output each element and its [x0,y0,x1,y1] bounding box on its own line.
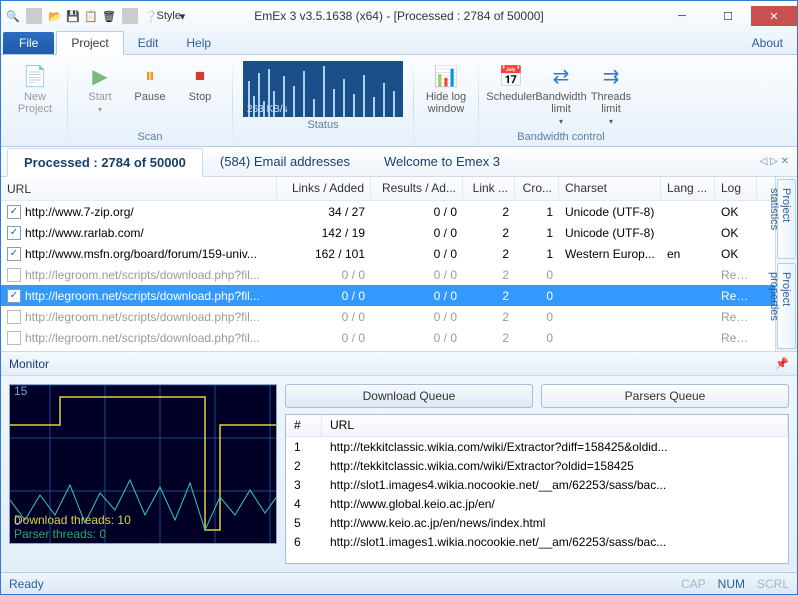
about-link[interactable]: About [748,32,787,54]
minimize-button[interactable]: ─ [659,6,705,26]
monitor-graph: 15 0 Download threads: 10 Parser threads… [9,384,277,544]
table-row[interactable]: ✓http://www.7-zip.org/34 / 270 / 021Unic… [1,201,775,222]
row-checkbox[interactable]: ✓ [7,247,21,261]
ribbon-tabs: File Project Edit Help About [1,31,797,55]
scan-group-label: Scan [137,129,162,146]
table-row[interactable]: ✓http://legroom.net/node/534/18455 / 50 … [1,348,775,351]
new-project-button[interactable]: 📄New Project [13,63,57,115]
tab-strip: Processed : 2784 of 50000 (584) Email ad… [1,147,797,177]
status-num: NUM [718,577,745,591]
save-icon[interactable]: 💾 [65,8,81,24]
row-checkbox[interactable]: ✓ [7,226,21,240]
tab-emails[interactable]: (584) Email addresses [203,147,367,176]
queue-row[interactable]: 2http://tekkitclassic.wikia.com/wiki/Ext… [286,456,788,475]
stop-icon: ⏹ [187,63,213,89]
hide-log-button[interactable]: 📊Hide log window [424,63,468,115]
app-icon: 🔍 [5,8,21,24]
queue-row[interactable]: 5http://www.keio.ac.jp/en/news/index.htm… [286,513,788,532]
stop-button[interactable]: ⏹Stop [178,63,222,103]
parser-threads-label: Parser threads: 0 [14,527,131,541]
status-rate: 263 KB/s [247,104,288,115]
qcol-num[interactable]: # [286,415,322,436]
open-icon[interactable]: 📂 [47,8,63,24]
svg-text:15: 15 [14,385,28,398]
monitor-body: 15 0 Download threads: 10 Parser threads… [1,376,797,572]
sidetab-statistics[interactable]: Project statistics [777,179,796,259]
col-links-added[interactable]: Links / Added [277,177,371,200]
pin-icon[interactable]: 📌 [775,357,789,370]
play-icon: ▶ [87,63,113,89]
sidetab-properties[interactable]: Project properties [777,263,796,349]
status-group-label: Status [307,117,338,134]
col-log[interactable]: Log [715,177,757,200]
side-tabs: Project statistics Project properties [775,177,797,351]
new-project-icon: 📄 [22,63,48,89]
table-row[interactable]: ✓http://www.msfn.org/board/forum/159-uni… [1,243,775,264]
status-graph: 263 KB/s [243,61,403,117]
ribbon: 📄New Project ▶Start▾ ⏸Pause ⏹Stop Scan 2… [1,55,797,147]
monitor-title: Monitor [9,357,49,371]
table-row[interactable]: http://legroom.net/scripts/download.php?… [1,327,775,348]
download-queue-button[interactable]: Download Queue [285,384,533,408]
download-threads-label: Download threads: 10 [14,513,131,527]
copy-icon[interactable]: 📋 [83,8,99,24]
queue-row[interactable]: 4http://www.global.keio.ac.jp/en/ [286,494,788,513]
scheduler-button[interactable]: 📅Scheduler [489,63,533,103]
row-checkbox[interactable] [7,268,21,282]
parsers-queue-button[interactable]: Parsers Queue [541,384,789,408]
queue-row[interactable]: 3http://slot1.images4.wikia.nocookie.net… [286,475,788,494]
queue-row[interactable]: 6http://slot1.images1.wikia.nocookie.net… [286,532,788,551]
row-checkbox[interactable] [7,331,21,345]
monitor-header: Monitor 📌 [1,352,797,376]
tab-processed[interactable]: Processed : 2784 of 50000 [7,148,203,177]
edit-tab[interactable]: Edit [124,32,173,54]
pause-icon: ⏸ [137,63,163,89]
col-cro[interactable]: Cro... [515,177,559,200]
threads-icon: ⇉ [598,63,624,89]
window-title: EmEx 3 v3.5.1638 (x64) - [Processed : 27… [254,9,544,23]
close-button[interactable]: ✕ [751,6,797,26]
row-checkbox[interactable]: ✓ [7,205,21,219]
titlebar: 🔍 📂 💾 📋 🗑 ❔ Style ▾ EmEx 3 v3.5.1638 (x6… [1,1,797,31]
queue-table: # URL 1http://tekkitclassic.wikia.com/wi… [285,414,789,564]
col-url[interactable]: URL [1,177,277,200]
pause-button[interactable]: ⏸Pause [128,63,172,103]
bandwidth-icon: ⇄ [548,63,574,89]
row-checkbox[interactable] [7,310,21,324]
table-row[interactable]: http://legroom.net/scripts/download.php?… [1,306,775,327]
quick-access: 🔍 📂 💾 📋 🗑 ❔ Style ▾ [5,8,181,24]
file-tab[interactable]: File [3,32,54,54]
col-link[interactable]: Link ... [463,177,515,200]
start-button[interactable]: ▶Start▾ [78,63,122,114]
table-row[interactable]: http://legroom.net/scripts/download.php?… [1,264,775,285]
log-icon: 📊 [433,63,459,89]
table-row[interactable]: ✓http://legroom.net/scripts/download.php… [1,285,775,306]
row-checkbox[interactable]: ✓ [7,289,21,303]
queue-row[interactable]: 1http://tekkitclassic.wikia.com/wiki/Ext… [286,437,788,456]
scheduler-icon: 📅 [498,63,524,89]
status-cap: CAP [681,577,706,591]
bandwidth-group-label: Bandwidth control [517,129,604,146]
col-lang[interactable]: Lang ... [661,177,715,200]
col-charset[interactable]: Charset [559,177,661,200]
tab-welcome[interactable]: Welcome to Emex 3 [367,147,517,176]
status-ready: Ready [9,577,44,591]
threads-button[interactable]: ⇉Threads limit▾ [589,63,633,126]
bandwidth-button[interactable]: ⇄Bandwidth limit▾ [539,63,583,126]
style-dropdown[interactable]: Style ▾ [165,8,181,24]
maximize-button[interactable]: ☐ [705,6,751,26]
clear-icon[interactable]: 🗑 [101,8,117,24]
tab-nav[interactable]: ◁ ▷ ✕ [760,156,789,167]
project-tab[interactable]: Project [56,31,123,55]
url-table: URL Links / Added Results / Ad... Link .… [1,177,775,351]
qcol-url[interactable]: URL [322,415,788,436]
status-scrl: SCRL [757,577,789,591]
status-bar: Ready CAP NUM SCRL [1,572,797,594]
help-tab[interactable]: Help [172,32,225,54]
table-row[interactable]: ✓http://www.rarlab.com/142 / 190 / 021Un… [1,222,775,243]
col-results-added[interactable]: Results / Ad... [371,177,463,200]
